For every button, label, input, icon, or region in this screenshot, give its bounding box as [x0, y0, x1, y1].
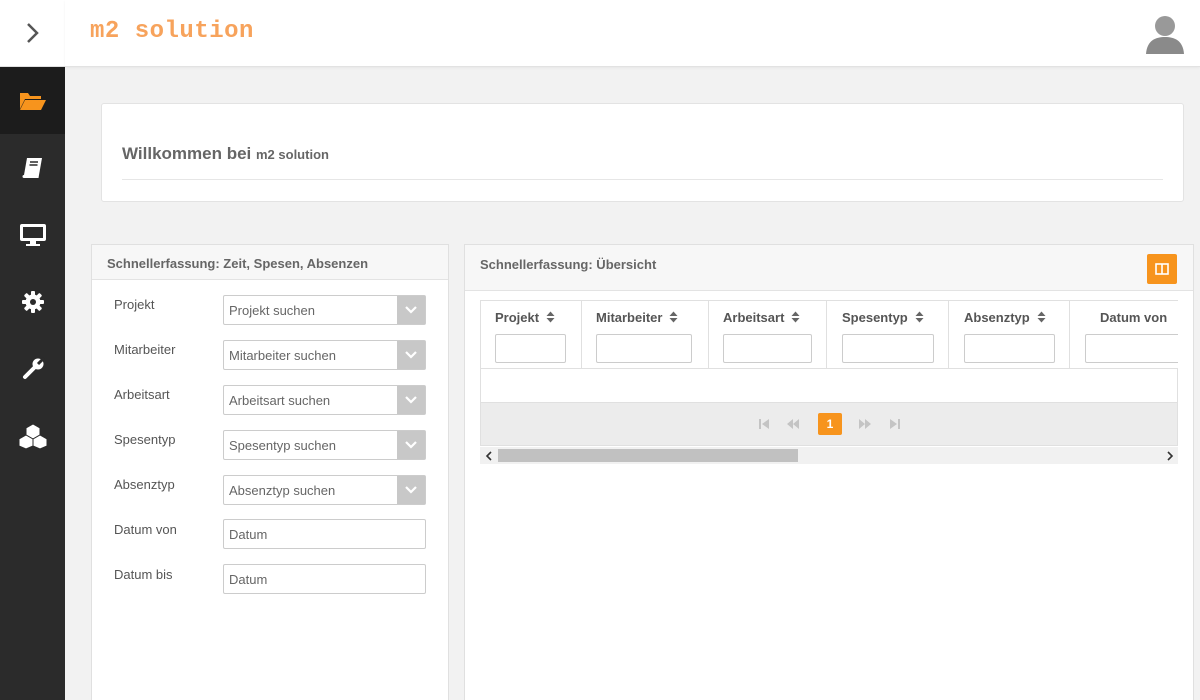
sort-icon[interactable] [669, 311, 678, 326]
overview-title: Schnellerfassung: Übersicht [480, 257, 657, 272]
chevron-down-icon[interactable] [397, 341, 425, 369]
overview-grid: Projekt Mitarbeiter Arbeitsart Spesentyp… [480, 300, 1178, 467]
quick-entry-panel: Schnellerfassung: Zeit, Spesen, Absenzen… [91, 244, 449, 700]
next-page-icon[interactable] [857, 416, 873, 432]
column-header-label: Absenztyp [964, 310, 1030, 325]
overview-panel: Schnellerfassung: Übersicht Projekt Mita… [464, 244, 1194, 700]
column-spesentyp[interactable]: Spesentyp [827, 301, 949, 368]
sort-icon[interactable] [791, 311, 800, 326]
column-mitarbeiter[interactable]: Mitarbeiter [582, 301, 709, 368]
column-absenztyp[interactable]: Absenztyp [949, 301, 1070, 368]
scroll-left-icon[interactable] [480, 447, 497, 464]
scroll-right-icon[interactable] [1161, 447, 1178, 464]
columns-icon [1155, 263, 1169, 275]
arbeitsart-select[interactable]: Arbeitsart suchen [223, 385, 426, 415]
folder-open-icon [19, 92, 46, 110]
app-logo[interactable]: m2 solution [90, 18, 254, 45]
sidebar [0, 0, 65, 700]
divider [122, 179, 1163, 180]
field-label-arbeitsart: Arbeitsart [114, 387, 170, 402]
absenztyp-select-placeholder: Absenztyp suchen [229, 483, 336, 498]
sidebar-toggle-button[interactable] [0, 0, 65, 67]
welcome-title: Willkommen bei m2 solution [122, 144, 329, 164]
absenztyp-select[interactable]: Absenztyp suchen [223, 475, 426, 505]
datum-bis-input[interactable]: Datum [223, 564, 426, 594]
chevron-down-icon[interactable] [397, 476, 425, 504]
chevron-down-icon[interactable] [397, 296, 425, 324]
filter-input-datum-von[interactable] [1085, 334, 1178, 363]
column-header-label: Spesentyp [842, 310, 908, 325]
user-avatar-icon [1146, 16, 1184, 54]
datum-von-placeholder: Datum [229, 527, 268, 542]
welcome-text: Willkommen bei [122, 144, 252, 163]
filter-input-arbeitsart[interactable] [723, 334, 812, 363]
sort-icon[interactable] [546, 311, 555, 326]
first-page-icon[interactable] [756, 416, 772, 432]
monitor-icon [19, 223, 46, 246]
datum-von-input[interactable]: Datum [223, 519, 426, 549]
sidebar-item-settings[interactable] [0, 268, 65, 335]
sidebar-item-monitor[interactable] [0, 201, 65, 268]
filter-input-projekt[interactable] [495, 334, 566, 363]
overview-panel-header: Schnellerfassung: Übersicht [465, 245, 1193, 291]
filter-input-mitarbeiter[interactable] [596, 334, 692, 363]
welcome-app-name: m2 solution [256, 147, 329, 162]
mitarbeiter-select-placeholder: Mitarbeiter suchen [229, 348, 336, 363]
previous-page-icon[interactable] [785, 416, 801, 432]
quick-entry-title: Schnellerfassung: Zeit, Spesen, Absenzen [92, 245, 448, 280]
sort-icon[interactable] [915, 311, 924, 326]
field-label-datum-bis: Datum bis [114, 567, 173, 582]
grid-header: Projekt Mitarbeiter Arbeitsart Spesentyp… [480, 300, 1178, 369]
field-label-projekt: Projekt [114, 297, 155, 312]
field-label-spesentyp: Spesentyp [114, 432, 176, 447]
mitarbeiter-select[interactable]: Mitarbeiter suchen [223, 340, 426, 370]
column-header-label: Datum von [1100, 310, 1168, 325]
column-datum-von[interactable]: Datum von [1070, 301, 1178, 368]
horizontal-scrollbar[interactable] [480, 447, 1178, 464]
sidebar-item-projects[interactable] [0, 67, 65, 134]
welcome-panel: Willkommen bei m2 solution [101, 103, 1184, 202]
wrench-icon [22, 356, 45, 379]
chevron-down-icon[interactable] [397, 431, 425, 459]
spesentyp-select-placeholder: Spesentyp suchen [229, 438, 336, 453]
sidebar-item-modules[interactable] [0, 402, 65, 469]
projekt-select[interactable]: Projekt suchen [223, 295, 426, 325]
spesentyp-select[interactable]: Spesentyp suchen [223, 430, 426, 460]
book-icon [22, 157, 42, 178]
column-projekt[interactable]: Projekt [481, 301, 582, 368]
pager: 1 [480, 402, 1178, 446]
scrollbar-thumb[interactable] [498, 449, 798, 462]
projekt-select-placeholder: Projekt suchen [229, 303, 315, 318]
sidebar-item-book[interactable] [0, 134, 65, 201]
page-number-button[interactable]: 1 [818, 413, 842, 435]
field-label-absenztyp: Absenztyp [114, 477, 175, 492]
sidebar-item-tools[interactable] [0, 335, 65, 402]
last-page-icon[interactable] [887, 416, 903, 432]
column-header-label: Mitarbeiter [596, 310, 663, 325]
column-arbeitsart[interactable]: Arbeitsart [709, 301, 827, 368]
arbeitsart-select-placeholder: Arbeitsart suchen [229, 393, 331, 408]
top-header: m2 solution [65, 0, 1200, 67]
column-header-label: Arbeitsart [723, 310, 785, 325]
chevron-right-icon [26, 23, 39, 43]
gear-icon [21, 290, 44, 313]
column-header-label: Projekt [495, 310, 540, 325]
datum-bis-placeholder: Datum [229, 572, 268, 587]
field-label-mitarbeiter: Mitarbeiter [114, 342, 176, 357]
grid-body [480, 369, 1178, 402]
filter-input-absenztyp[interactable] [964, 334, 1055, 363]
column-layout-button[interactable] [1147, 254, 1177, 284]
sort-icon[interactable] [1037, 311, 1046, 326]
chevron-down-icon[interactable] [397, 386, 425, 414]
cubes-icon [18, 422, 47, 449]
user-avatar[interactable] [1144, 12, 1186, 54]
field-label-datum-von: Datum von [114, 522, 177, 537]
filter-input-spesentyp[interactable] [842, 334, 934, 363]
